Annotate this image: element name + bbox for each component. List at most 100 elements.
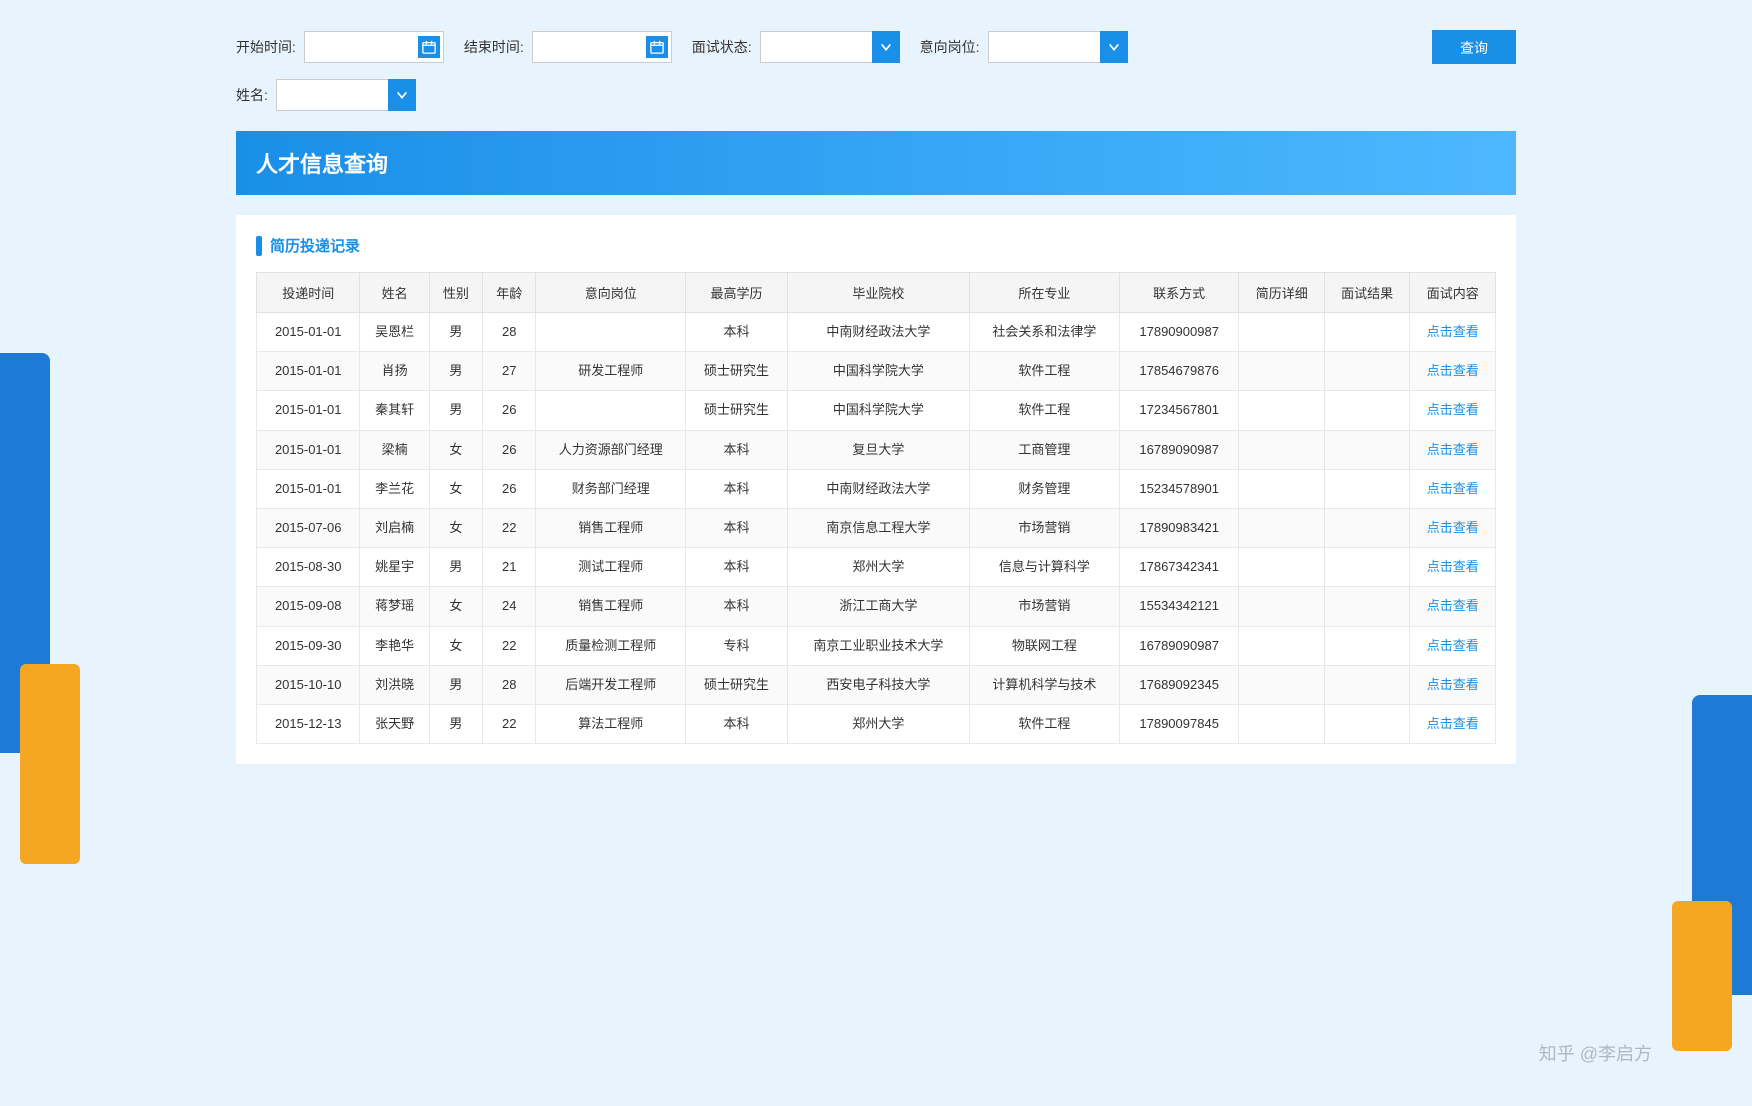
table-cell — [1239, 313, 1324, 352]
view-content-link[interactable]: 点击查看 — [1427, 520, 1479, 535]
table-cell: 李兰花 — [360, 469, 429, 508]
table-cell: 22 — [483, 626, 536, 665]
table-cell: 销售工程师 — [536, 508, 686, 547]
table-cell: 本科 — [686, 430, 788, 469]
table-cell — [1324, 313, 1409, 352]
table-cell: 2015-09-08 — [257, 587, 360, 626]
col-education: 最高学历 — [686, 273, 788, 313]
search-form: 开始时间: 结束时间: — [236, 30, 1516, 111]
end-time-field: 结束时间: — [464, 31, 672, 63]
table-cell: 17689092345 — [1119, 665, 1239, 704]
col-result: 面试结果 — [1324, 273, 1409, 313]
table-cell — [1239, 587, 1324, 626]
table-cell: 17854679876 — [1119, 352, 1239, 391]
table-cell: 男 — [429, 704, 482, 743]
col-position: 意向岗位 — [536, 273, 686, 313]
table-cell: 女 — [429, 469, 482, 508]
target-position-select[interactable] — [988, 31, 1128, 63]
table-cell: 点击查看 — [1410, 313, 1496, 352]
resume-table: 投递时间 姓名 性别 年龄 意向岗位 最高学历 毕业院校 所在专业 联系方式 简… — [256, 272, 1496, 744]
table-cell: 梁楠 — [360, 430, 429, 469]
table-cell: 女 — [429, 430, 482, 469]
table-row: 2015-01-01李兰花女26财务部门经理本科中南财经政法大学财务管理1523… — [257, 469, 1496, 508]
table-cell: 2015-07-06 — [257, 508, 360, 547]
view-content-link[interactable]: 点击查看 — [1427, 363, 1479, 378]
start-time-calendar-icon[interactable] — [418, 36, 440, 58]
col-name: 姓名 — [360, 273, 429, 313]
table-cell — [1324, 508, 1409, 547]
end-time-calendar-icon[interactable] — [646, 36, 668, 58]
view-content-link[interactable]: 点击查看 — [1427, 638, 1479, 653]
table-cell: 本科 — [686, 469, 788, 508]
view-content-link[interactable]: 点击查看 — [1427, 442, 1479, 457]
table-cell: 人力资源部门经理 — [536, 430, 686, 469]
table-cell: 肖扬 — [360, 352, 429, 391]
table-cell: 24 — [483, 587, 536, 626]
table-cell: 本科 — [686, 508, 788, 547]
table-cell: 刘启楠 — [360, 508, 429, 547]
table-cell: 点击查看 — [1410, 430, 1496, 469]
table-cell: 2015-01-01 — [257, 352, 360, 391]
col-time: 投递时间 — [257, 273, 360, 313]
view-content-link[interactable]: 点击查看 — [1427, 324, 1479, 339]
table-cell: 工商管理 — [969, 430, 1119, 469]
table-cell: 中国科学院大学 — [787, 352, 969, 391]
interview-status-select[interactable] — [760, 31, 900, 63]
table-cell — [1239, 548, 1324, 587]
table-cell: 17890097845 — [1119, 704, 1239, 743]
query-button[interactable]: 查询 — [1432, 30, 1516, 64]
table-body: 2015-01-01吴恩栏男28本科中南财经政法大学社会关系和法律学178909… — [257, 313, 1496, 744]
end-time-input-wrapper — [532, 31, 672, 63]
table-cell: 点击查看 — [1410, 391, 1496, 430]
table-cell: 17234567801 — [1119, 391, 1239, 430]
table-cell — [1324, 391, 1409, 430]
interview-status-field: 面试状态: — [692, 31, 900, 63]
table-cell: 2015-10-10 — [257, 665, 360, 704]
table-cell: 算法工程师 — [536, 704, 686, 743]
table-cell: 点击查看 — [1410, 548, 1496, 587]
view-content-link[interactable]: 点击查看 — [1427, 598, 1479, 613]
table-cell: 22 — [483, 704, 536, 743]
table-row: 2015-09-30李艳华女22质量检测工程师专科南京工业职业技术大学物联网工程… — [257, 626, 1496, 665]
table-cell — [1324, 548, 1409, 587]
table-cell: 26 — [483, 391, 536, 430]
name-select[interactable] — [276, 79, 416, 111]
table-cell — [536, 313, 686, 352]
table-cell: 15234578901 — [1119, 469, 1239, 508]
table-cell: 软件工程 — [969, 391, 1119, 430]
section-title-text: 简历投递记录 — [270, 235, 360, 256]
table-cell: 专科 — [686, 626, 788, 665]
table-cell: 质量检测工程师 — [536, 626, 686, 665]
section-title-container: 简历投递记录 — [256, 235, 1496, 256]
watermark: 知乎 @李启方 — [1539, 1040, 1652, 1066]
table-cell: 28 — [483, 313, 536, 352]
table-cell — [1324, 587, 1409, 626]
view-content-link[interactable]: 点击查看 — [1427, 481, 1479, 496]
table-cell: 李艳华 — [360, 626, 429, 665]
table-cell: 吴恩栏 — [360, 313, 429, 352]
table-cell: 2015-01-01 — [257, 313, 360, 352]
interview-status-select-wrapper — [760, 31, 900, 63]
view-content-link[interactable]: 点击查看 — [1427, 402, 1479, 417]
table-cell: 男 — [429, 665, 482, 704]
start-time-field: 开始时间: — [236, 31, 444, 63]
table-cell: 本科 — [686, 704, 788, 743]
name-label: 姓名: — [236, 85, 268, 105]
col-age: 年龄 — [483, 273, 536, 313]
table-cell: 中国科学院大学 — [787, 391, 969, 430]
table-row: 2015-01-01秦其轩男26硕士研究生中国科学院大学软件工程17234567… — [257, 391, 1496, 430]
table-cell: 16789090987 — [1119, 430, 1239, 469]
table-cell: 南京工业职业技术大学 — [787, 626, 969, 665]
table-cell — [1239, 704, 1324, 743]
view-content-link[interactable]: 点击查看 — [1427, 677, 1479, 692]
table-cell: 姚星宇 — [360, 548, 429, 587]
table-row: 2015-01-01梁楠女26人力资源部门经理本科复旦大学工商管理1678909… — [257, 430, 1496, 469]
table-cell: 17890983421 — [1119, 508, 1239, 547]
table-cell — [1239, 626, 1324, 665]
view-content-link[interactable]: 点击查看 — [1427, 716, 1479, 731]
table-cell — [1324, 352, 1409, 391]
end-time-label: 结束时间: — [464, 37, 524, 57]
table-cell: 本科 — [686, 548, 788, 587]
table-row: 2015-12-13张天野男22算法工程师本科郑州大学软件工程178900978… — [257, 704, 1496, 743]
view-content-link[interactable]: 点击查看 — [1427, 559, 1479, 574]
